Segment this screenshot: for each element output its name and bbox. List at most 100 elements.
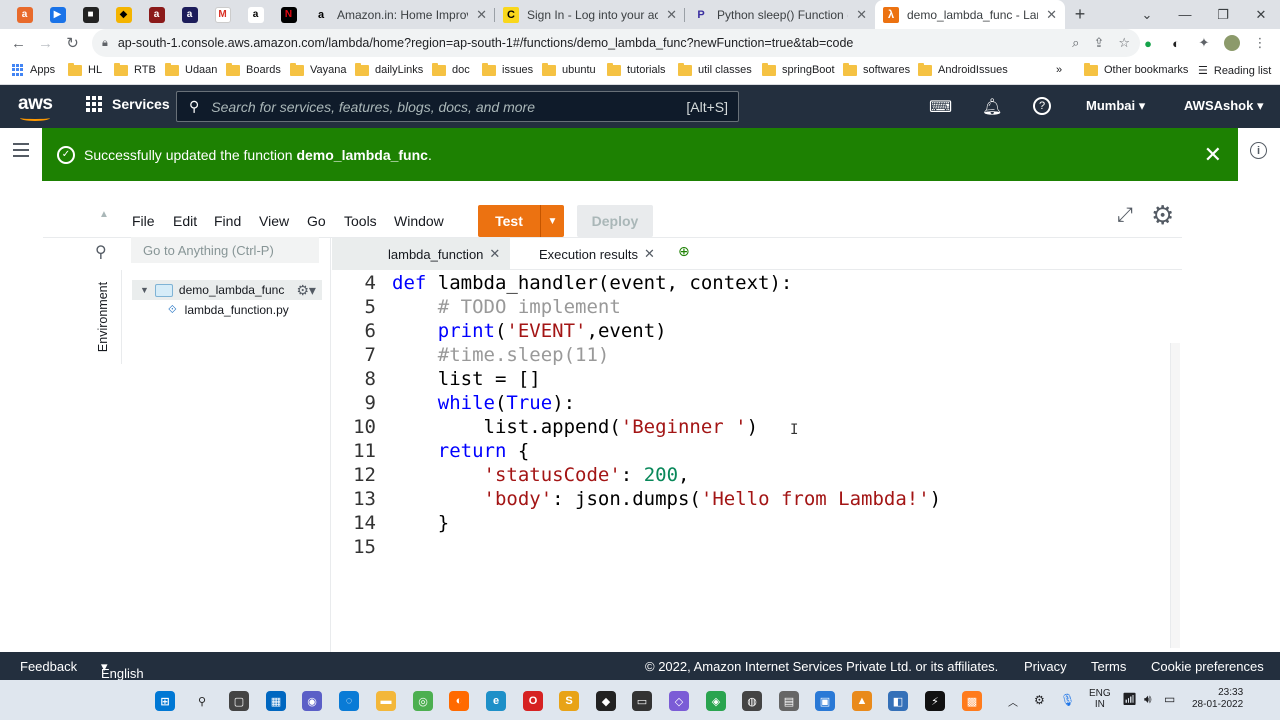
back-icon[interactable]: ← — [5, 29, 32, 57]
forward-icon[interactable]: → — [32, 29, 59, 57]
pinned-tab[interactable]: a — [140, 0, 173, 29]
file-explorer-icon[interactable]: ▬ — [376, 691, 396, 711]
puzzle-icon[interactable]: ✦ — [1196, 35, 1212, 51]
menu-window[interactable]: Window — [394, 213, 444, 229]
share-icon[interactable]: ⇪ — [1093, 35, 1104, 51]
app-icon[interactable]: ▣ — [815, 691, 835, 711]
pinned-tab[interactable]: a — [239, 0, 272, 29]
code-line[interactable]: # TODO implement — [392, 296, 621, 318]
code-line[interactable]: 'statusCode': 200, — [392, 464, 690, 486]
cookie-preferences-link[interactable]: Cookie preferences — [1151, 659, 1264, 674]
code-line[interactable]: list.append('Beginner ') — [392, 416, 759, 438]
bookmark-item[interactable]: doc — [432, 62, 470, 76]
tab-search-icon[interactable]: ⌄ — [1128, 0, 1166, 29]
bookmark-item[interactable]: Boards — [226, 62, 281, 76]
opera-icon[interactable]: O — [523, 691, 543, 711]
app-icon[interactable]: ▤ — [779, 691, 799, 711]
close-icon[interactable]: ✕ — [1046, 7, 1057, 23]
browser-tab[interactable]: a Amazon.in: Home Improvemen ✕ — [305, 0, 495, 29]
more-menu-icon[interactable]: ⋮ — [1252, 35, 1268, 51]
clock[interactable]: 23:33 28-01-2022 — [1192, 687, 1243, 711]
pinned-tab[interactable]: ▶ — [41, 0, 74, 29]
hamburger-menu-icon[interactable] — [13, 143, 29, 161]
bookmark-item[interactable]: ubuntu — [542, 62, 596, 76]
app-icon[interactable]: ◌ — [339, 691, 359, 711]
language-indicator[interactable]: ENG IN — [1089, 688, 1111, 710]
gear-icon[interactable]: ⚙ — [1151, 200, 1174, 231]
windows-start-icon[interactable]: ⊞ — [155, 691, 175, 711]
code-line[interactable]: } — [392, 512, 449, 534]
app-icon[interactable]: ◧ — [888, 691, 908, 711]
account-menu[interactable]: AWSAshok ▾ — [1184, 98, 1263, 114]
github-icon[interactable]: ◍ — [742, 691, 762, 711]
gear-icon[interactable]: ⚙▾ — [296, 282, 316, 299]
privacy-link[interactable]: Privacy — [1024, 659, 1067, 674]
code-line[interactable]: print('EVENT',event) — [392, 320, 667, 342]
bookmarks-overflow[interactable]: » — [1056, 64, 1062, 76]
widgets-icon[interactable]: ▦ — [266, 691, 286, 711]
tray-app-icon[interactable]: ⚙ — [1034, 693, 1045, 707]
search-icon[interactable]: ⚲ — [192, 691, 212, 711]
app-icon[interactable]: ◈ — [706, 691, 726, 711]
test-button[interactable]: Test ▼ — [478, 205, 564, 237]
zoom-icon[interactable]: ⌕ — [1072, 35, 1079, 51]
close-icon[interactable]: ✕ — [1204, 142, 1222, 168]
caret-down-icon[interactable]: ▼ — [140, 285, 149, 295]
collapse-up-icon[interactable]: ▲ — [99, 209, 109, 220]
firefox-icon[interactable]: ◐ — [449, 691, 469, 711]
new-tab-button[interactable]: + — [1065, 0, 1095, 29]
close-icon[interactable]: ✕ — [856, 7, 867, 23]
battery-icon[interactable]: ▭ — [1164, 692, 1175, 706]
bookmark-item[interactable]: issues — [482, 62, 533, 76]
code-line[interactable]: 'body': json.dumps('Hello from Lambda!') — [392, 488, 942, 510]
app-icon[interactable]: ◇ — [669, 691, 689, 711]
code-line[interactable]: def lambda_handler(event, context): — [392, 272, 792, 294]
pinned-tab[interactable]: ■ — [74, 0, 107, 29]
minimize-icon[interactable]: — — [1166, 0, 1204, 29]
bookmark-item[interactable]: util classes — [678, 62, 752, 76]
microphone-icon[interactable]: 🎙︎ — [1060, 693, 1075, 707]
menu-file[interactable]: File — [132, 213, 155, 229]
menu-view[interactable]: View — [259, 213, 289, 229]
language-selector[interactable]: English (US) ▾ — [101, 659, 144, 696]
deploy-button[interactable]: Deploy — [577, 205, 653, 237]
help-icon[interactable]: ? — [1033, 97, 1051, 115]
browser-tab-active[interactable]: λ demo_lambda_func - Lambda ✕ — [875, 0, 1065, 29]
search-icon[interactable]: ⚲ — [95, 242, 107, 262]
vlc-icon[interactable]: ▲ — [852, 691, 872, 711]
environment-tab[interactable]: Environment — [85, 270, 122, 364]
bookmark-item[interactable]: Vayana — [290, 62, 347, 76]
close-icon[interactable]: ✕ — [476, 7, 487, 23]
close-icon[interactable]: ✕ — [489, 246, 500, 262]
volume-icon[interactable]: 🔊︎ — [1144, 692, 1152, 707]
go-to-anything-input[interactable]: Go to Anything (Ctrl-P) — [131, 237, 319, 263]
bookmark-item[interactable]: AndroidIssues — [918, 62, 1008, 76]
aws-logo[interactable]: aws — [18, 93, 53, 115]
dropdown-arrow-icon[interactable]: ▼ — [541, 216, 564, 227]
wifi-icon[interactable]: 📶︎ — [1122, 692, 1137, 706]
bookmark-item[interactable]: HL — [68, 62, 102, 76]
app-icon[interactable]: ⚡ — [925, 691, 945, 711]
chrome-icon[interactable]: ◎ — [413, 691, 433, 711]
terms-link[interactable]: Terms — [1091, 659, 1126, 674]
sublime-icon[interactable]: S — [559, 691, 579, 711]
tab-lambda-function[interactable]: lambda_function ✕ — [332, 238, 511, 270]
services-menu-button[interactable]: Services — [86, 96, 170, 112]
region-selector[interactable]: Mumbai ▾ — [1086, 98, 1145, 114]
cloudshell-icon[interactable]: ⌨ — [929, 97, 952, 117]
tree-folder-item[interactable]: ▼ demo_lambda_func ⚙▾ — [132, 280, 322, 300]
url-text[interactable]: ap-south-1.console.aws.amazon.com/lambda… — [118, 36, 854, 50]
bell-icon[interactable]: 🔔︎ — [982, 97, 1002, 117]
reading-list[interactable]: ☰ Reading list — [1198, 64, 1271, 78]
bookmark-star-icon[interactable]: ☆ — [1118, 35, 1130, 51]
other-bookmarks[interactable]: Other bookmarks — [1084, 62, 1188, 76]
menu-go[interactable]: Go — [307, 213, 326, 229]
fullscreen-icon[interactable]: ⤢ — [1117, 204, 1133, 227]
pinned-tab[interactable]: a — [173, 0, 206, 29]
lock-icon[interactable]: 🔒︎ — [102, 37, 108, 50]
code-area[interactable]: 4 def lambda_handler(event, context): 5 … — [332, 270, 1172, 650]
code-line[interactable]: list = [] — [392, 368, 541, 390]
teams-icon[interactable]: ◉ — [302, 691, 322, 711]
menu-find[interactable]: Find — [214, 213, 241, 229]
edge-icon[interactable]: e — [486, 691, 506, 711]
